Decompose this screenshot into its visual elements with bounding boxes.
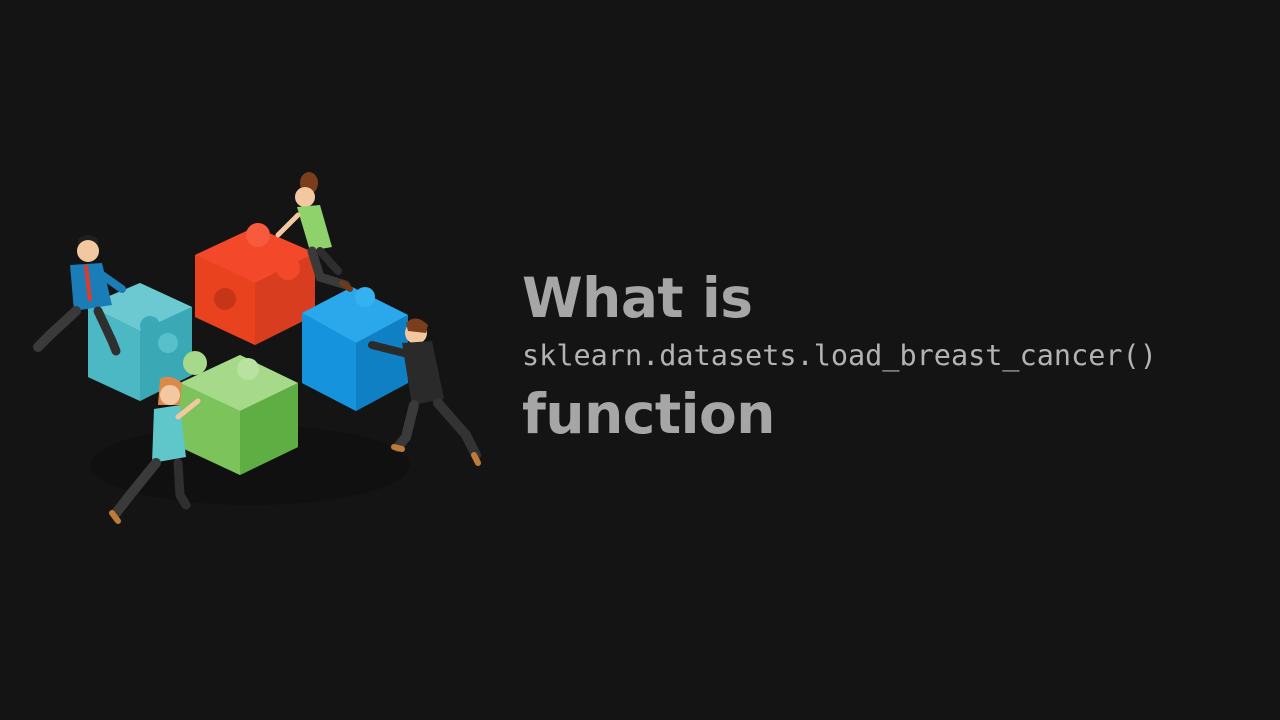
title-prefix: What is — [522, 266, 753, 330]
title-suffix: function — [522, 382, 775, 446]
title-block: What is sklearn.datasets.load_breast_can… — [522, 262, 1262, 450]
puzzle-team-icon — [33, 172, 481, 524]
title-function-name: sklearn.datasets.load_breast_cancer() — [522, 339, 1157, 372]
red-puzzle-piece — [195, 223, 315, 345]
person-left — [33, 235, 126, 356]
title-slide: What is sklearn.datasets.load_breast_can… — [0, 0, 1280, 720]
